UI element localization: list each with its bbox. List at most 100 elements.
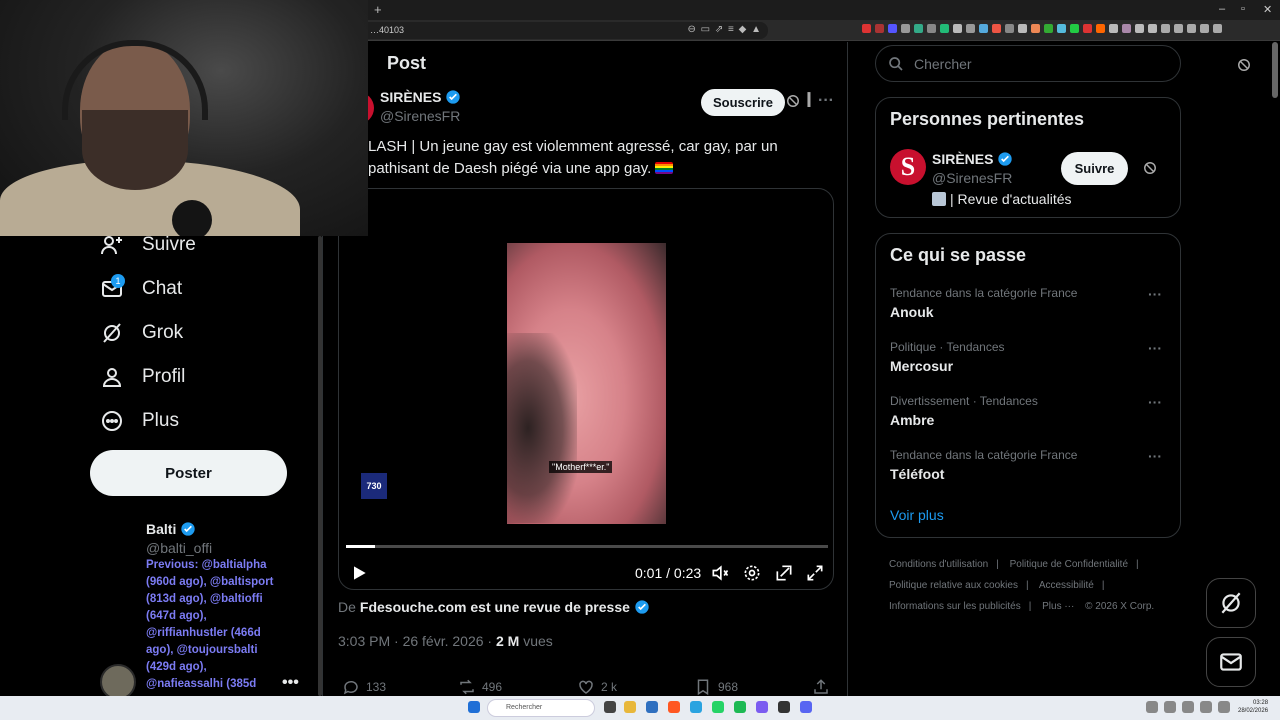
- minimize-button[interactable]: –: [1219, 3, 1225, 15]
- video-frame[interactable]: "Motherf***er.": [507, 243, 666, 524]
- footer-link-ads[interactable]: Informations sur les publicités: [889, 601, 1021, 612]
- relevant-name[interactable]: SIRÈNES: [932, 151, 1013, 167]
- account-name[interactable]: Balti: [146, 521, 196, 537]
- repost-button[interactable]: 496: [458, 678, 502, 696]
- pip-icon[interactable]: [774, 563, 794, 583]
- bookmark-button[interactable]: 968: [694, 678, 738, 696]
- trend-more-button[interactable]: ···: [1148, 340, 1162, 356]
- block-icon[interactable]: [1237, 58, 1251, 72]
- tray-icon[interactable]: [1146, 701, 1158, 713]
- post-more-button[interactable]: ···: [818, 92, 834, 110]
- messages-fab[interactable]: [1206, 637, 1256, 687]
- post-button[interactable]: Poster: [90, 450, 287, 496]
- nav-item-profile[interactable]: Profil: [100, 362, 185, 392]
- search-input[interactable]: Chercher: [875, 45, 1181, 82]
- reply-icon: [343, 680, 358, 695]
- wifi-icon[interactable]: [1200, 701, 1212, 713]
- settings-app-icon[interactable]: [800, 701, 812, 713]
- footer-link-cookies[interactable]: Politique relative aux cookies: [889, 580, 1018, 591]
- footer-link-accessibility[interactable]: Accessibilité: [1039, 580, 1094, 591]
- volume-tray-icon[interactable]: [1218, 701, 1230, 713]
- tray-icon[interactable]: [1182, 701, 1194, 713]
- store-icon[interactable]: [646, 701, 658, 713]
- share-button[interactable]: [812, 678, 830, 696]
- trend-item[interactable]: Tendance dans la catégorie France Anouk …: [890, 286, 1170, 320]
- trend-item[interactable]: Politique · Tendances Mercosur ···: [890, 340, 1170, 374]
- subscribe-button[interactable]: Souscrire: [701, 89, 785, 116]
- source-label[interactable]: De Fdesouche.com est une revue de presse: [338, 599, 650, 615]
- file-explorer-icon[interactable]: [624, 701, 636, 713]
- new-tab-button[interactable]: +: [374, 2, 382, 17]
- clock-date: 28/02/2026: [1238, 708, 1269, 714]
- reply-button[interactable]: 133: [342, 678, 386, 696]
- account-handle: @balti_offi: [146, 540, 213, 556]
- trend-category: Tendance dans la catégorie France: [890, 448, 1078, 462]
- footer-link-terms[interactable]: Conditions d'utilisation: [889, 559, 988, 570]
- fullscreen-icon[interactable]: [805, 563, 825, 583]
- spotify-icon[interactable]: [734, 701, 746, 713]
- close-window-button[interactable]: ✕: [1263, 3, 1272, 16]
- trend-item[interactable]: Divertissement · Tendances Ambre ···: [890, 394, 1170, 428]
- trend-more-button[interactable]: ···: [1148, 394, 1162, 410]
- show-more-link[interactable]: Voir plus: [890, 507, 944, 523]
- trend-item[interactable]: Tendance dans la catégorie France Téléfo…: [890, 448, 1170, 482]
- nav-label-follow: Suivre: [142, 234, 196, 255]
- extension-icon[interactable]: ꟾ: [806, 92, 812, 112]
- share-icon: [814, 679, 828, 694]
- nav-item-chat[interactable]: 1 Chat: [100, 274, 182, 304]
- like-button[interactable]: 2 k: [577, 678, 617, 696]
- author-name[interactable]: SIRÈNES: [380, 89, 461, 105]
- author-handle[interactable]: @SirenesFR: [380, 108, 460, 124]
- whatsapp-icon[interactable]: [712, 701, 724, 713]
- grok-fab[interactable]: [1206, 578, 1256, 628]
- app-icon[interactable]: [778, 701, 790, 713]
- trend-more-button[interactable]: ···: [1148, 448, 1162, 464]
- video-player[interactable]: "Motherf***er." 730 0:01 / 0:23: [338, 188, 834, 590]
- footer-link-privacy[interactable]: Politique de Confidentialité: [1010, 559, 1128, 570]
- post-views-count: 2 M: [495, 633, 520, 649]
- extension-icons[interactable]: [862, 24, 1222, 37]
- trend-more-button[interactable]: ···: [1148, 286, 1162, 302]
- source-name[interactable]: Fdesouche.com est une revue de presse: [360, 599, 630, 615]
- grok-icon: [103, 323, 121, 343]
- account-name-text: Balti: [146, 521, 177, 537]
- tray-icon[interactable]: [1164, 701, 1176, 713]
- like-count: 2 k: [601, 680, 618, 694]
- post-timestamp[interactable]: 3:03 PM · 26 févr. 2026 ·: [338, 633, 492, 649]
- volume-icon[interactable]: [710, 563, 730, 583]
- video-progress[interactable]: [346, 545, 828, 548]
- repost-count: 496: [482, 680, 503, 694]
- follow-icon: [101, 236, 122, 255]
- follow-button[interactable]: Suivre: [1061, 152, 1128, 185]
- block-icon[interactable]: [786, 94, 800, 108]
- settings-icon[interactable]: [742, 563, 762, 583]
- telegram-icon[interactable]: [690, 701, 702, 713]
- block-icon[interactable]: [1143, 161, 1157, 175]
- newspaper-icon: [932, 192, 946, 206]
- task-view-icon[interactable]: [604, 701, 616, 713]
- play-icon[interactable]: [349, 563, 369, 583]
- page-scrollbar[interactable]: [1272, 42, 1278, 98]
- taskbar-clock[interactable]: 03:28 28/02/2026: [1238, 699, 1268, 715]
- nav-item-grok[interactable]: Grok: [100, 318, 183, 348]
- footer-copyright: © 2026 X Corp.: [1085, 601, 1155, 612]
- account-avatar[interactable]: [100, 664, 136, 700]
- maximize-button[interactable]: ▫: [1241, 3, 1245, 15]
- footer-link-more[interactable]: Plus ···: [1042, 601, 1074, 612]
- verified-icon: [998, 152, 1013, 166]
- source-prefix: De: [338, 599, 356, 615]
- relevant-handle: @SirenesFR: [932, 170, 1013, 186]
- nav-item-more[interactable]: Plus: [100, 406, 179, 436]
- post-text-content: LASH | Un jeune gay est violemment agres…: [368, 138, 778, 177]
- address-bar-icons[interactable]: ⊖ ▭ ⇗ ≡ ◆ ▲: [687, 24, 762, 35]
- app-icon[interactable]: [756, 701, 768, 713]
- taskbar-search[interactable]: Rechercher: [487, 699, 595, 717]
- account-menu-button[interactable]: •••: [282, 674, 299, 692]
- account-previous-handles: Previous: @baltialpha (960d ago), @balti…: [146, 559, 274, 690]
- address-bar[interactable]: …40103 ⊖ ▭ ⇗ ≡ ◆ ▲: [360, 22, 768, 39]
- brave-icon[interactable]: [668, 701, 680, 713]
- chat-badge: 1: [111, 274, 125, 288]
- search-placeholder: Chercher: [914, 55, 972, 72]
- windows-start-icon[interactable]: [468, 701, 480, 713]
- relevant-avatar[interactable]: S: [890, 149, 926, 185]
